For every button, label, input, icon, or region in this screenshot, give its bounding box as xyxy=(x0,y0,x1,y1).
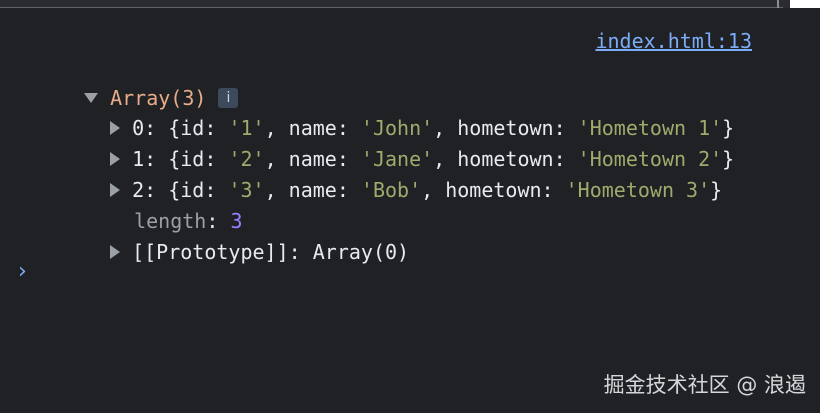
array-entry-1[interactable]: 1: {id: '2', name: 'Jane', hometown: 'Ho… xyxy=(86,123,734,171)
toolbar-divider xyxy=(0,7,783,8)
prototype-row[interactable]: [[Prototype]]: Array(0) xyxy=(86,216,409,264)
entry-hometown-key: hometown: xyxy=(445,178,566,202)
array-header[interactable]: Array(3) i xyxy=(60,62,239,110)
console-prompt-icon[interactable]: › xyxy=(18,260,27,284)
toolbar-separator xyxy=(777,0,779,8)
array-entry-0[interactable]: 0: {id: '1', name: 'John', hometown: 'Ho… xyxy=(86,92,734,140)
prototype-label: [[Prototype]] xyxy=(132,240,289,264)
length-row: length: 3 xyxy=(110,185,242,233)
entry-close-brace: } xyxy=(722,147,735,171)
entry-close-brace: } xyxy=(710,178,723,202)
toolbar-corner xyxy=(790,0,820,8)
prototype-colon: : xyxy=(288,240,313,264)
array-entry-2[interactable]: 2: {id: '3', name: 'Bob', hometown: 'Hom… xyxy=(86,154,722,202)
prototype-value: Array(0) xyxy=(312,240,410,264)
entry-name-value: 'Bob' xyxy=(360,178,422,202)
top-toolbar-edge xyxy=(0,0,820,8)
entry-separator: , xyxy=(421,178,446,202)
watermark: 掘金技术社区 @ 浪遏 xyxy=(603,373,806,397)
entry-name-key: name: xyxy=(288,178,361,202)
entry-separator: , xyxy=(264,178,289,202)
source-link[interactable]: index.html:13 xyxy=(595,29,752,53)
entry-hometown-value: 'Hometown 3' xyxy=(565,178,711,202)
triangle-right-icon[interactable] xyxy=(110,244,121,259)
